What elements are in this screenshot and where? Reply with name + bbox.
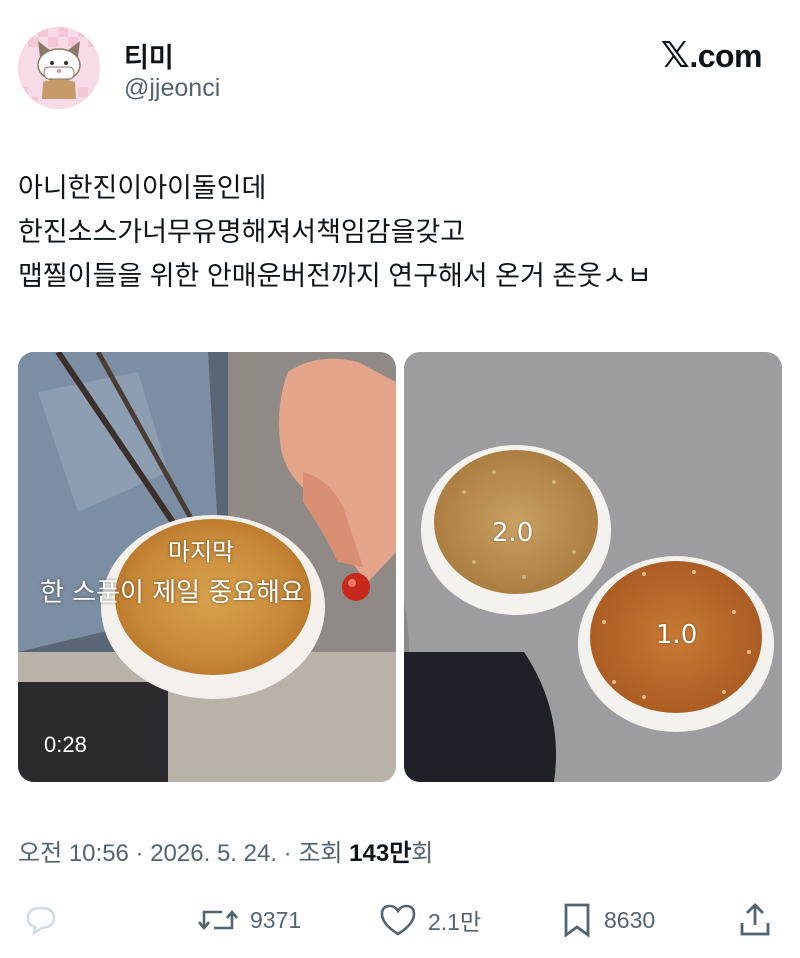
x-logo[interactable]: 𝕏.com	[660, 34, 763, 76]
avatar[interactable]	[18, 27, 100, 109]
reply-button[interactable]	[22, 890, 60, 950]
tweet-timestamp[interactable]: 오전 10:56 · 2026. 5. 24. · 조회	[18, 840, 349, 867]
logo-domain: .com	[689, 38, 762, 74]
reply-icon	[26, 906, 56, 936]
video-thumbnail[interactable]: 마지막 한 스푼이 제일 중요해요 0:28	[18, 352, 396, 782]
share-button[interactable]	[736, 890, 774, 950]
tweet-meta: 오전 10:56 · 2026. 5. 24. · 조회 143만회	[18, 833, 433, 868]
avatar-cat-icon	[18, 27, 100, 109]
view-count: 143만	[349, 840, 412, 867]
video-duration: 0:28	[44, 732, 87, 757]
bookmark-count: 8630	[604, 906, 656, 933]
bowl-label-1: 1.0	[656, 620, 698, 650]
video-caption-line1: 마지막	[168, 538, 235, 566]
tweet-line: 한진소스가너무유명해져서책임감을갖고	[18, 217, 466, 247]
heart-icon	[380, 904, 416, 936]
bookmark-button[interactable]: 8630	[560, 890, 655, 950]
user-handle[interactable]: @jjeonci	[124, 74, 220, 103]
display-name[interactable]: 티미	[124, 36, 174, 75]
two-sauce-bowls-image	[404, 352, 782, 782]
action-bar: 9371 2.1만 8630	[0, 890, 800, 950]
bookmark-icon	[564, 903, 590, 938]
photo-thumbnail[interactable]: 2.0 1.0	[404, 352, 782, 782]
like-count: 2.1만	[428, 909, 482, 935]
retweet-button[interactable]: 9371	[196, 890, 301, 950]
sauce-video-image	[18, 352, 396, 782]
bowl-label-2: 2.0	[492, 518, 534, 548]
tweet-line: 아니한진이아이돌인데	[18, 173, 267, 203]
tweet-text: 아니한진이아이돌인데 한진소스가너무유명해져서책임감을갖고 맵찔이들을 위한 안…	[18, 166, 788, 298]
share-icon	[740, 903, 770, 936]
x-mark-icon: 𝕏	[660, 34, 690, 75]
like-button[interactable]: 2.1만	[378, 890, 481, 950]
view-count-suffix: 회	[411, 840, 434, 867]
retweet-icon	[198, 909, 238, 931]
tweet-line: 맵찔이들을 위한 안매운버전까지 연구해서 온거 존웃ㅅㅂ	[18, 261, 652, 291]
video-caption-line2: 한 스푼이 제일 중요해요	[40, 578, 304, 608]
retweet-count: 9371	[250, 906, 302, 933]
tweet-header: 티미 @jjeonci 𝕏.com	[0, 0, 800, 130]
